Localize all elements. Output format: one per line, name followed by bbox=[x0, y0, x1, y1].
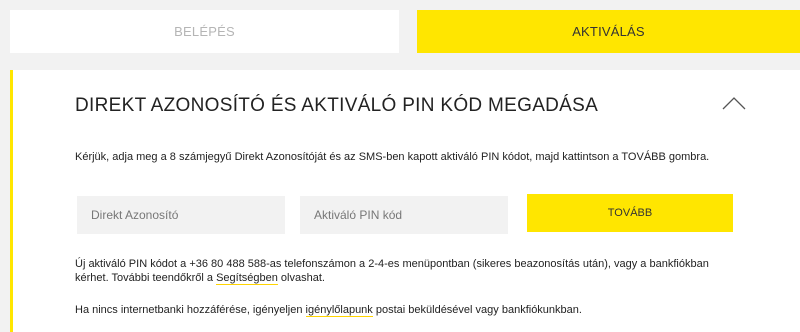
access-info-text-start: Ha nincs internetbanki hozzáférése, igén… bbox=[75, 304, 306, 316]
tab-bar: BELÉPÉS AKTIVÁLÁS bbox=[10, 10, 800, 53]
pin-info-text: Új aktiváló PIN kódot a +36 80 488 588-a… bbox=[75, 257, 715, 285]
activation-panel: DIREKT AZONOSÍTÓ ÉS AKTIVÁLÓ PIN KÓD MEG… bbox=[10, 70, 800, 332]
access-info-text: Ha nincs internetbanki hozzáférése, igén… bbox=[75, 303, 735, 317]
direct-id-input[interactable] bbox=[77, 196, 285, 234]
chevron-up-icon[interactable] bbox=[722, 96, 746, 110]
access-info-text-end: postai beküldésével vagy bankfiókunkban. bbox=[372, 304, 582, 316]
help-link[interactable]: Segítségben bbox=[216, 272, 278, 285]
tab-activate[interactable]: AKTIVÁLÁS bbox=[417, 10, 800, 53]
next-button[interactable]: TOVÁBB bbox=[527, 194, 733, 232]
application-form-link[interactable]: igénylőlapunk bbox=[305, 304, 373, 317]
panel-title: DIREKT AZONOSÍTÓ ÉS AKTIVÁLÓ PIN KÓD MEG… bbox=[75, 95, 599, 116]
tab-login[interactable]: BELÉPÉS bbox=[10, 10, 399, 53]
pin-info-text-start: Új aktiváló PIN kódot a +36 80 488 588-a… bbox=[75, 258, 709, 284]
pin-info-text-end: olvashat. bbox=[277, 272, 325, 284]
instructions-text: Kérjük, adja meg a 8 számjegyű Direkt Az… bbox=[75, 151, 710, 163]
activation-pin-input[interactable] bbox=[300, 196, 508, 234]
